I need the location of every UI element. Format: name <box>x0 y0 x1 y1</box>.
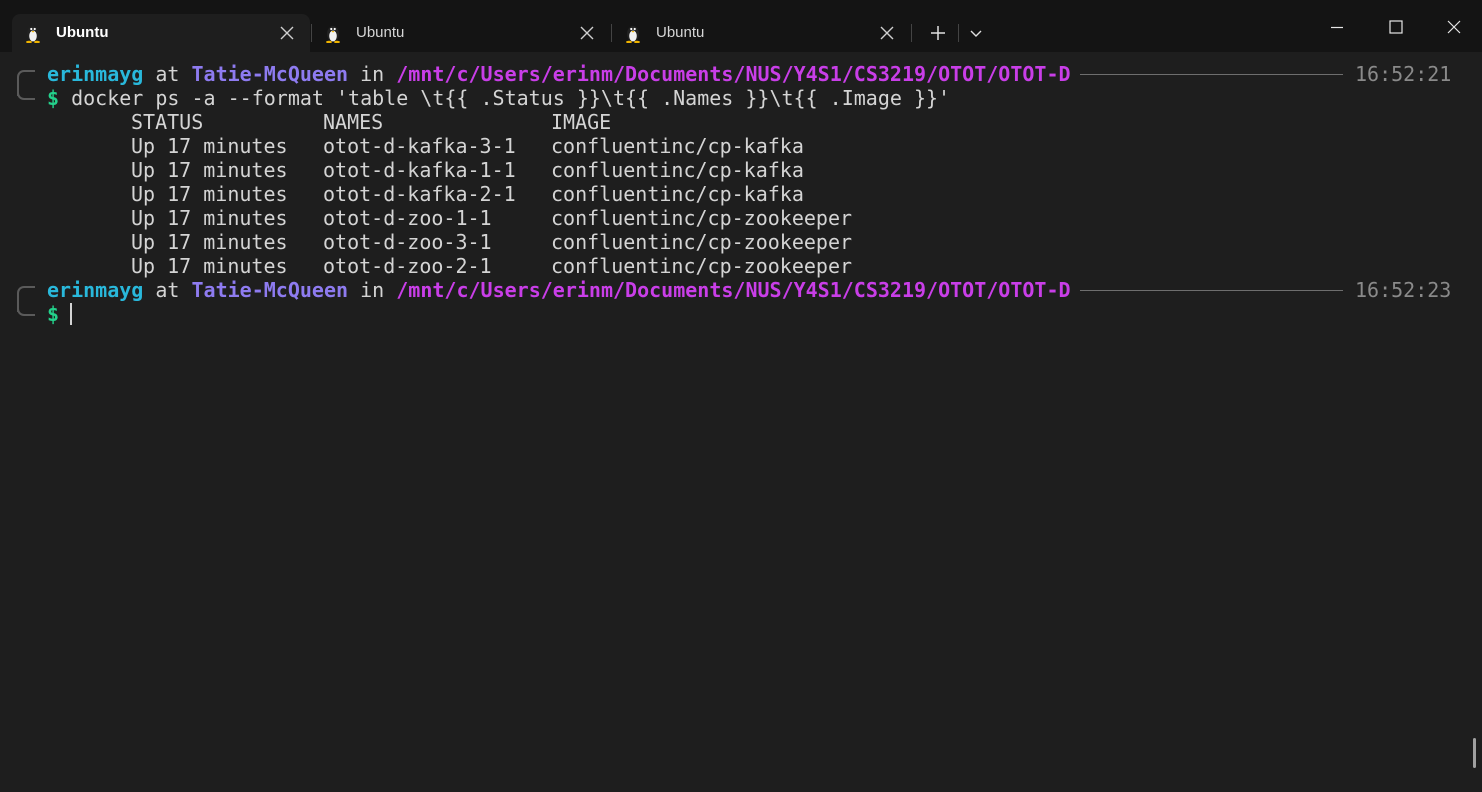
prompt-bracket-bottom <box>17 86 35 100</box>
minimize-icon <box>1331 26 1343 29</box>
prompt-rule <box>1080 74 1343 75</box>
linux-penguin-icon <box>26 26 40 43</box>
prompt-line: erinmayg at Tatie-McQueen in /mnt/c/User… <box>47 278 1071 302</box>
prompt-in: in <box>360 278 385 302</box>
row-status: Up 17 minutes <box>131 158 288 182</box>
chevron-down-icon <box>970 30 982 37</box>
command-text: docker ps -a --format 'table \t{{ .Statu… <box>71 86 951 110</box>
minimize-button[interactable] <box>1314 8 1360 44</box>
prompt-host: Tatie-McQueen <box>191 278 349 302</box>
tab-ubuntu-2[interactable]: Ubuntu <box>312 14 610 52</box>
row-name: otot-d-kafka-1-1 <box>323 158 516 182</box>
text-cursor <box>70 303 72 325</box>
close-tab-icon[interactable] <box>578 24 596 42</box>
prompt-user: erinmayg <box>47 62 144 86</box>
row-name: otot-d-kafka-3-1 <box>323 134 516 158</box>
row-status: Up 17 minutes <box>131 134 288 158</box>
row-name: otot-d-kafka-2-1 <box>323 182 516 206</box>
tab-dropdown-button[interactable] <box>961 18 991 48</box>
linux-penguin-icon <box>326 26 340 43</box>
maximize-button[interactable] <box>1373 8 1419 44</box>
maximize-icon <box>1389 20 1403 34</box>
prompt-symbol: $ <box>47 86 60 110</box>
title-bar: Ubuntu Ubuntu Ubuntu <box>0 0 1482 52</box>
row-image: confluentinc/cp-kafka <box>551 158 804 182</box>
row-image: confluentinc/cp-kafka <box>551 182 804 206</box>
prompt-at: at <box>155 278 180 302</box>
tab-label: Ubuntu <box>656 24 705 41</box>
row-status: Up 17 minutes <box>131 230 288 254</box>
row-image: confluentinc/cp-kafka <box>551 134 804 158</box>
prompt-in: in <box>360 62 385 86</box>
row-image: confluentinc/cp-zookeeper <box>551 230 853 254</box>
terminal-content[interactable]: erinmayg at Tatie-McQueen in /mnt/c/User… <box>0 52 1482 792</box>
row-name: otot-d-zoo-2-1 <box>323 254 492 278</box>
column-header-names: NAMES <box>323 110 384 134</box>
row-status: Up 17 minutes <box>131 182 288 206</box>
prompt-path: /mnt/c/Users/erinm/Documents/NUS/Y4S1/CS… <box>396 278 1071 302</box>
row-name: otot-d-zoo-1-1 <box>323 206 492 230</box>
terminal-window: Ubuntu Ubuntu Ubuntu erinmayg at Tatie-M… <box>0 0 1482 792</box>
close-tab-icon[interactable] <box>878 24 896 42</box>
prompt-at: at <box>155 62 180 86</box>
command-line[interactable]: $ <box>47 302 59 326</box>
prompt-time: 16:52:21 <box>1355 62 1452 86</box>
row-name: otot-d-zoo-3-1 <box>323 230 492 254</box>
prompt-line: erinmayg at Tatie-McQueen in /mnt/c/User… <box>47 62 1071 86</box>
linux-penguin-icon <box>626 26 640 43</box>
new-tab-button[interactable] <box>921 18 955 48</box>
tab-label: Ubuntu <box>56 24 109 41</box>
column-header-image: IMAGE <box>551 110 612 134</box>
scrollbar-thumb[interactable] <box>1473 738 1476 768</box>
prompt-path: /mnt/c/Users/erinm/Documents/NUS/Y4S1/CS… <box>396 62 1071 86</box>
prompt-user: erinmayg <box>47 278 144 302</box>
row-status: Up 17 minutes <box>131 254 288 278</box>
tab-ubuntu-1[interactable]: Ubuntu <box>12 14 310 52</box>
tab-separator <box>958 24 959 42</box>
row-image: confluentinc/cp-zookeeper <box>551 254 853 278</box>
prompt-time: 16:52:23 <box>1355 278 1452 302</box>
row-status: Up 17 minutes <box>131 206 288 230</box>
prompt-host: Tatie-McQueen <box>191 62 349 86</box>
tab-separator <box>911 24 912 42</box>
prompt-bracket-bottom <box>17 302 35 316</box>
close-icon <box>1447 20 1461 34</box>
close-tab-icon[interactable] <box>278 24 296 42</box>
column-header-status: STATUS <box>131 110 204 134</box>
prompt-symbol: $ <box>47 302 60 326</box>
plus-icon <box>931 26 945 40</box>
close-window-button[interactable] <box>1431 8 1477 44</box>
row-image: confluentinc/cp-zookeeper <box>551 206 853 230</box>
command-line: $ docker ps -a --format 'table \t{{ .Sta… <box>47 86 950 110</box>
tab-ubuntu-3[interactable]: Ubuntu <box>612 14 910 52</box>
prompt-rule <box>1080 290 1343 291</box>
tab-label: Ubuntu <box>356 24 405 41</box>
